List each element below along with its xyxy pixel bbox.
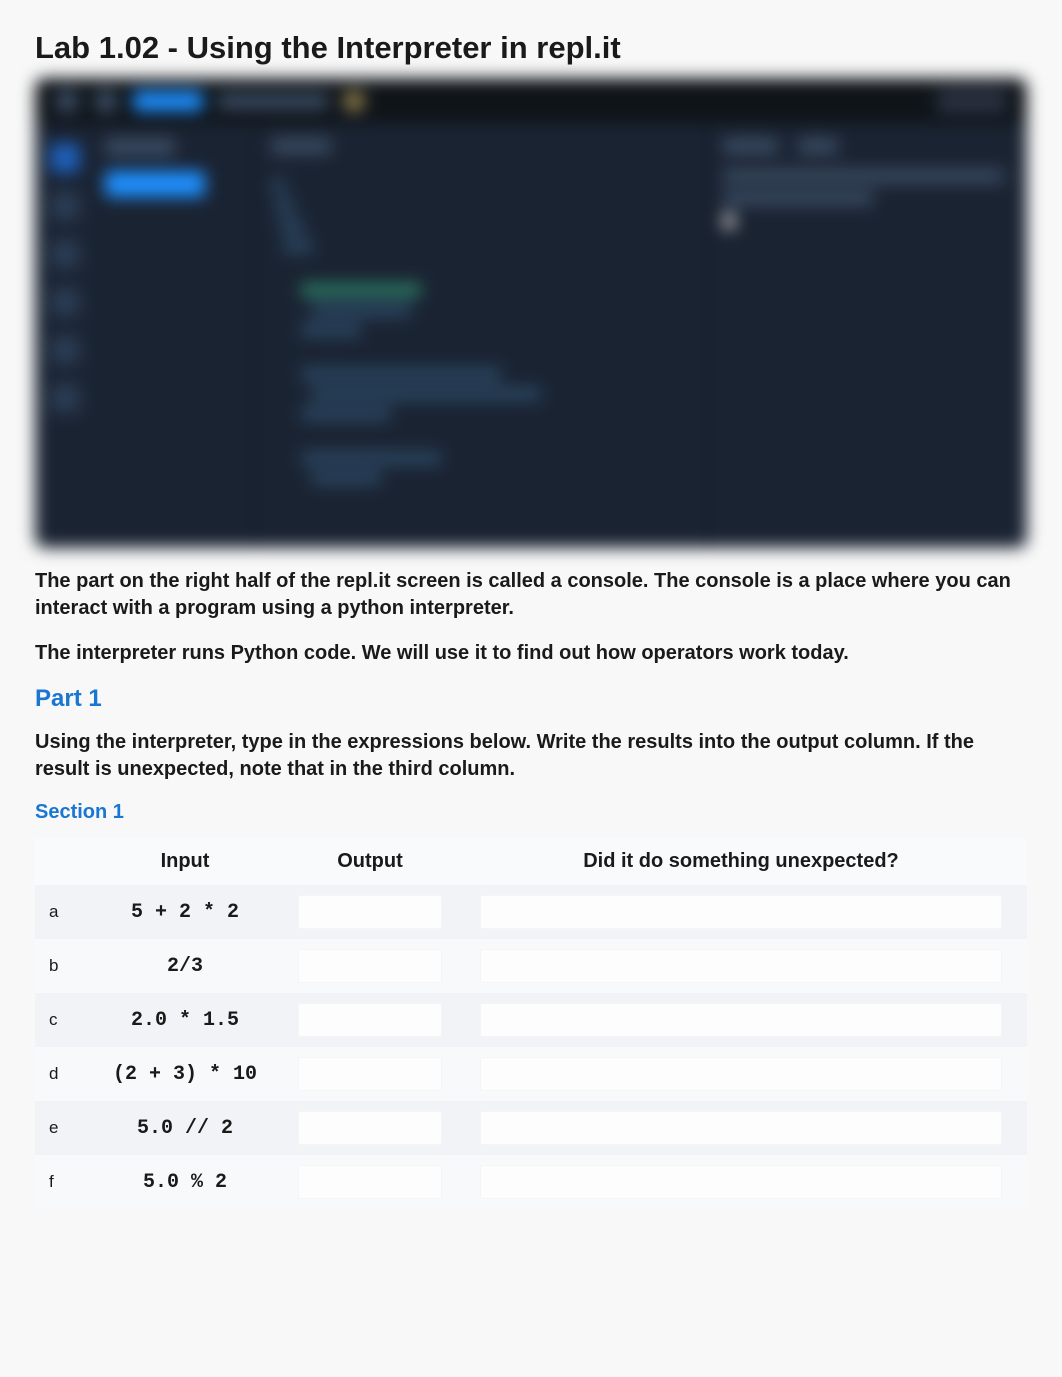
project-name-blob (218, 93, 328, 109)
upgrade-blob (937, 89, 1007, 113)
sidebar-item-icon (50, 239, 80, 269)
row-label: b (35, 939, 85, 993)
sidebar-item-icon (50, 191, 80, 221)
breadcrumb-blob (133, 91, 203, 111)
table-row: c 2.0 * 1.5 (35, 993, 1027, 1047)
output-field[interactable] (285, 885, 455, 939)
output-field[interactable] (285, 1101, 455, 1155)
page-title: Lab 1.02 - Using the Interpreter in repl… (35, 30, 1027, 66)
table-row: f 5.0 % 2 (35, 1155, 1027, 1209)
row-label: c (35, 993, 85, 1047)
screenshot-sidebar (35, 123, 95, 548)
shell-tab-blob (798, 138, 838, 154)
section-1-heading: Section 1 (35, 801, 1027, 824)
input-expression: 5.0 % 2 (85, 1155, 285, 1209)
input-expression: 2.0 * 1.5 (85, 993, 285, 1047)
output-field[interactable] (285, 939, 455, 993)
output-field[interactable] (285, 1155, 455, 1209)
code-line-blob (301, 451, 441, 465)
input-expression: 5.0 // 2 (85, 1101, 285, 1155)
sidebar-item-icon (50, 287, 80, 317)
sidebar-item-icon (50, 335, 80, 365)
table-row: a 5 + 2 * 2 (35, 885, 1027, 939)
sidebar-files-icon (50, 143, 80, 173)
code-line-blob (301, 323, 361, 337)
code-line-blob (271, 179, 286, 193)
table-row: e 5.0 // 2 (35, 1101, 1027, 1155)
col-input: Input (85, 838, 285, 885)
sidebar-item-icon (50, 383, 80, 413)
row-label: f (35, 1155, 85, 1209)
unexpected-field[interactable] (455, 993, 1027, 1047)
col-output: Output (285, 838, 455, 885)
part-1-instructions: Using the interpreter, type in the expre… (35, 729, 1027, 783)
output-field[interactable] (285, 993, 455, 1047)
code-line-blob (311, 471, 381, 485)
row-label: d (35, 1047, 85, 1101)
unexpected-field[interactable] (455, 1155, 1027, 1209)
code-line-blob (301, 407, 391, 421)
input-expression: 5 + 2 * 2 (85, 885, 285, 939)
user-avatar-icon (343, 90, 365, 112)
avatar-icon (94, 89, 118, 113)
col-blank (35, 838, 85, 885)
output-field[interactable] (285, 1047, 455, 1101)
code-line-blob (311, 303, 411, 317)
screenshot-console (707, 123, 1027, 548)
code-line-blob (275, 199, 295, 213)
screenshot-editor (255, 123, 707, 548)
logo-icon (55, 89, 79, 113)
code-line-blob (279, 219, 304, 233)
table-row: d (2 + 3) * 10 (35, 1047, 1027, 1101)
screenshot-body (35, 123, 1027, 548)
row-label: e (35, 1101, 85, 1155)
code-line-blob (301, 367, 501, 381)
table-row: b 2/3 (35, 939, 1027, 993)
files-header-blob (105, 138, 175, 156)
col-unexpected: Did it do something unexpected? (455, 838, 1027, 885)
unexpected-field[interactable] (455, 1101, 1027, 1155)
input-expression: (2 + 3) * 10 (85, 1047, 285, 1101)
part-1-heading: Part 1 (35, 685, 1027, 713)
console-line-blob (723, 169, 1003, 183)
intro-paragraph-2: The interpreter runs Python code. We wil… (35, 640, 1027, 667)
expressions-table: Input Output Did it do something unexpec… (35, 838, 1027, 1209)
console-line-blob (723, 191, 873, 205)
screenshot-file-panel (95, 123, 255, 548)
input-expression: 2/3 (85, 939, 285, 993)
code-line-blob (311, 387, 541, 401)
unexpected-field[interactable] (455, 1047, 1027, 1101)
replit-screenshot (35, 78, 1027, 548)
code-line-blob (283, 239, 313, 253)
console-tab-blob (723, 138, 778, 154)
invite-button-blob (105, 171, 205, 197)
editor-tab-blob (271, 138, 331, 154)
code-line-blob (301, 283, 421, 297)
cursor-blob (723, 213, 735, 229)
unexpected-field[interactable] (455, 885, 1027, 939)
intro-paragraph-1: The part on the right half of the repl.i… (35, 568, 1027, 622)
row-label: a (35, 885, 85, 939)
unexpected-field[interactable] (455, 939, 1027, 993)
screenshot-topbar (35, 78, 1027, 123)
